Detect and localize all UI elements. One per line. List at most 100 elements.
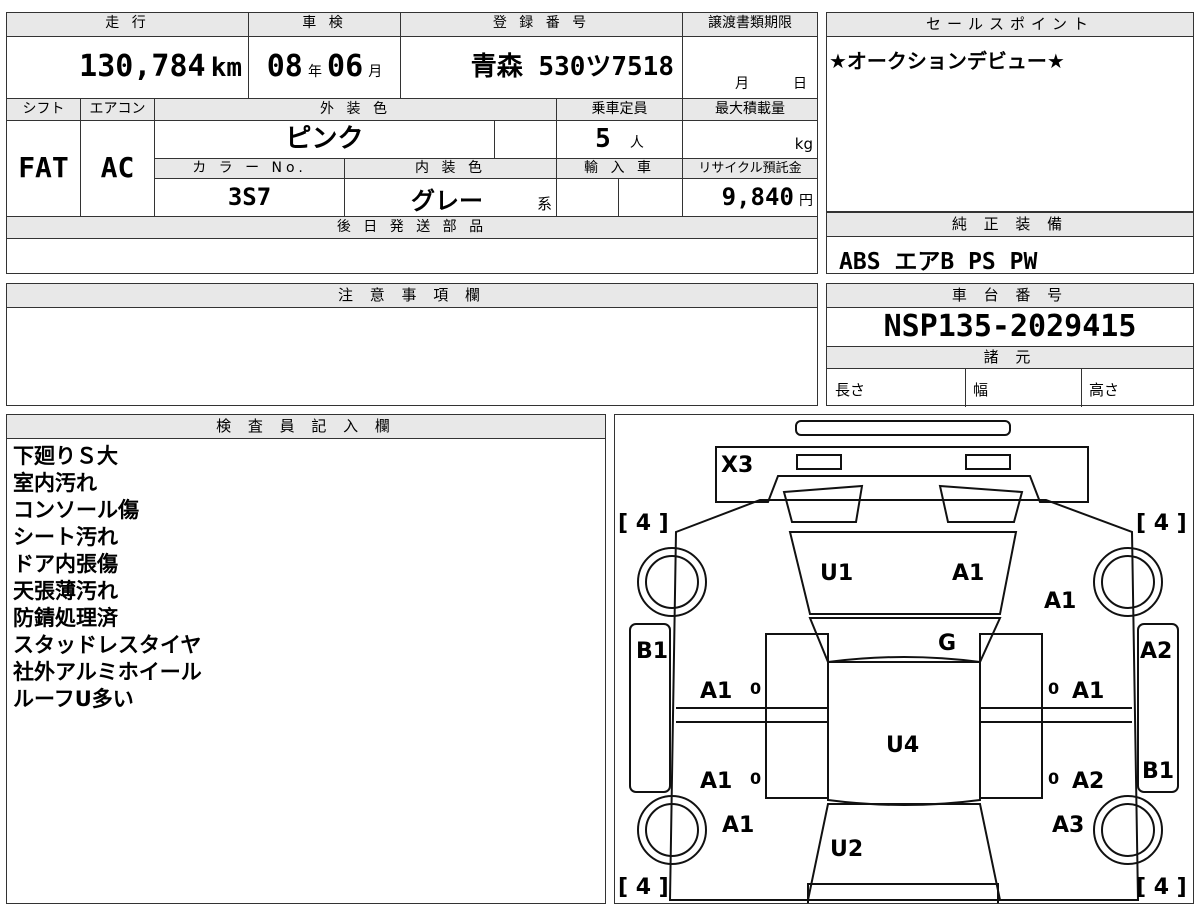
vehicle-info-table: 走 行 車 検 登 録 番 号 譲渡書類期限 130,784 km 08 年 0… [6, 12, 818, 274]
specs-divider-b [1081, 369, 1082, 407]
headlamp-right [938, 484, 1023, 523]
zero-mark-fr: 0 [1048, 679, 1059, 698]
inspector-line: ルーフU多い [13, 687, 134, 711]
tire-label-tr: [ 4 ] [1136, 511, 1187, 536]
sales-point-header: セールスポイント [827, 13, 1193, 37]
recycle-unit: 円 [799, 193, 813, 209]
label-hood: G [938, 631, 956, 656]
inspection-year-unit: 年 [307, 64, 322, 80]
inspector-box: 検 査 員 記 入 欄 下廻りＳ大 室内汚れ コンソール傷 シート汚れ ドア内張… [6, 414, 606, 904]
label-windshield-right: A1 [952, 561, 984, 586]
mileage-unit: km [210, 53, 242, 83]
car-diagram: [ 4 ] [ 4 ] [ 4 ] [ 4 ] X3 U1 A1 A1 G B1… [618, 419, 1187, 903]
label-bumper-front: X3 [721, 453, 753, 478]
import-cell-a [557, 179, 619, 217]
tire-label-br: [ 4 ] [1136, 875, 1187, 900]
interior-color-suffix: 系 [536, 195, 552, 213]
car-body [668, 498, 1139, 901]
tire-label-bl: [ 4 ] [618, 875, 669, 900]
sales-point-value: ★オークションデビュー★ [829, 49, 1065, 73]
headlamp-left [782, 484, 863, 523]
aircon-value: AC [100, 151, 135, 184]
sales-point-box: セールスポイント ★オークションデビュー★ [826, 12, 1194, 212]
zero-mark-rr: 0 [1048, 769, 1059, 788]
shift-value: FAT [18, 151, 69, 184]
inspector-line: 天張薄汚れ [13, 579, 118, 603]
zero-mark-rl: 0 [750, 769, 761, 788]
notes-header: 注 意 事 項 欄 [7, 284, 817, 308]
tire-label-tl: [ 4 ] [618, 511, 669, 536]
max-load-header: 最大積載量 [683, 99, 817, 121]
car-diagram-box: [ 4 ] [ 4 ] [ 4 ] [ 4 ] X3 U1 A1 A1 G B1… [614, 414, 1194, 904]
chassis-header: 車 台 番 号 [827, 284, 1193, 308]
import-header: 輸 入 車 [557, 159, 683, 179]
inspection-year: 08 [266, 49, 303, 84]
label-rear-qr: A3 [1052, 813, 1084, 838]
label-fender-fr: A1 [1044, 589, 1076, 614]
exterior-color-value: ピンク [285, 124, 364, 154]
wheel-fl-inner [644, 554, 699, 609]
hood [808, 616, 1002, 663]
recycle-cell: 9,840 円 [683, 179, 817, 217]
standard-equipment-box: 純 正 装 備 ABS エアB PS PW [826, 212, 1194, 275]
front-bumper [714, 445, 1089, 503]
inspector-notes: 下廻りＳ大 室内汚れ コンソール傷 シート汚れ ドア内張傷 天張薄汚れ 防錆処理… [7, 439, 605, 713]
max-load-cell: kg [683, 121, 817, 159]
mileage-cell: 130,784 km [7, 37, 249, 99]
aircon-header: エアコン [81, 99, 155, 121]
import-cell-b [619, 179, 683, 217]
fog-lamp-right [964, 453, 1011, 470]
inspector-line: 防錆処理済 [13, 606, 118, 630]
max-load-unit: kg [794, 135, 813, 153]
exterior-color-extra [495, 121, 557, 159]
label-fender-r: A2 [1140, 639, 1172, 664]
label-roof: U4 [886, 733, 919, 758]
inspector-line: コンソール傷 [13, 498, 139, 522]
shift-cell: FAT [7, 121, 81, 217]
inspector-line: 社外アルミホイール [13, 660, 202, 684]
length-label: 長さ [835, 381, 866, 399]
color-no-cell: 3S7 [155, 179, 345, 217]
inspector-line: 下廻りＳ大 [13, 444, 118, 468]
capacity-header: 乗車定員 [557, 99, 683, 121]
chassis-box: 車 台 番 号 NSP135-2029415 諸 元 長さ 幅 高さ [826, 283, 1194, 407]
exterior-color-cell: ピンク [155, 121, 495, 159]
zero-mark-fl: 0 [750, 679, 761, 698]
standard-equipment-value: ABS エアB PS PW [839, 249, 1038, 275]
capacity-value: 5 [595, 124, 611, 154]
interior-color-cell: グレー 系 [345, 179, 557, 217]
wheel-rr-inner [1100, 802, 1155, 857]
inspector-line: シート汚れ [13, 525, 118, 549]
wheel-rr [1092, 794, 1163, 865]
later-parts-header: 後 日 発 送 部 品 [7, 217, 817, 239]
recycle-value: 9,840 [721, 183, 794, 211]
transfer-cell: 月 日 [683, 37, 817, 99]
pillar-left-a [764, 632, 829, 799]
specs-header: 諸 元 [827, 347, 1193, 369]
roof [826, 655, 981, 806]
interior-color-value: グレー [411, 187, 483, 215]
label-door-fl: A1 [700, 679, 732, 704]
pillar-right-a [978, 632, 1043, 799]
later-parts-cell [7, 239, 817, 272]
specs-row: 長さ 幅 高さ [827, 369, 1193, 407]
label-door-rr: A2 [1072, 769, 1104, 794]
chassis-number: NSP135-2029415 [827, 308, 1193, 347]
label-windshield: U1 [820, 561, 853, 586]
aircon-cell: AC [81, 121, 155, 217]
recycle-header: リサイクル預託金 [683, 159, 817, 179]
exterior-color-header: 外 装 色 [155, 99, 557, 121]
notes-box: 注 意 事 項 欄 [6, 283, 818, 406]
mileage-header: 走 行 [7, 13, 249, 37]
specs-divider-a [965, 369, 966, 407]
transfer-header: 譲渡書類期限 [683, 13, 817, 37]
label-door-rl: A1 [700, 769, 732, 794]
color-no-value: 3S7 [227, 183, 272, 211]
label-rear-glass: U2 [830, 837, 863, 862]
shift-header: シフト [7, 99, 81, 121]
inspection-month: 06 [327, 49, 364, 84]
registration-cell: 青森 530ツ7518 [401, 37, 683, 99]
wheel-fr [1092, 546, 1163, 617]
inspection-header: 車 検 [249, 13, 401, 37]
width-label: 幅 [973, 381, 989, 399]
